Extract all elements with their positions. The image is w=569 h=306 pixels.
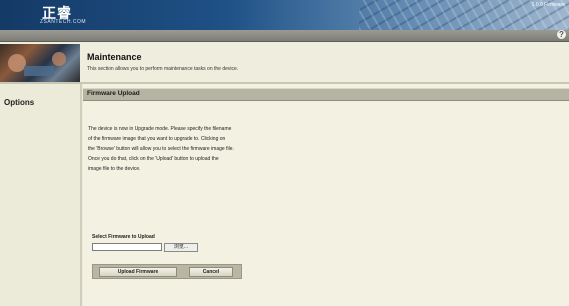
top-banner: 正睿 ZSANTECH.COM 1.0.0 Firmware [0,0,569,30]
main-content: Firmware Upload The device is now in Upg… [83,84,569,306]
instruction-line: The device is now in Upgrade mode. Pleas… [88,126,232,132]
instruction-line: the 'Browse' button will allow you to se… [88,146,234,152]
instruction-line: Once you do that, click on the 'Upload' … [88,156,219,162]
brand-logo-subtext: ZSANTECH.COM [40,19,86,25]
instruction-line: image file to the device. [88,166,141,172]
page-header: Maintenance This section allows you to p… [0,42,569,84]
page-title: Maintenance [87,52,142,62]
sidebar: Options [0,84,82,306]
firmware-version: 1.0.0 Firmware [531,2,565,8]
action-bar: Upload Firmware Cancel [92,264,242,279]
page-subtitle: This section allows you to perform maint… [87,66,239,72]
firmware-file-input[interactable] [92,243,162,251]
browse-button[interactable]: 浏览... [164,243,198,252]
instruction-line: of the firmware image that you want to u… [88,136,226,142]
sidebar-options-label: Options [4,98,35,107]
upload-firmware-button[interactable]: Upload Firmware [99,267,177,277]
toolbar-strip: ? [0,30,569,42]
section-header: Firmware Upload [83,88,569,101]
cancel-button[interactable]: Cancel [189,267,233,277]
header-photo [0,44,80,82]
select-firmware-label: Select Firmware to Upload [92,234,155,240]
upgrade-instructions: The device is now in Upgrade mode. Pleas… [88,124,288,174]
help-icon[interactable]: ? [557,30,566,39]
section-title: Firmware Upload [87,90,140,97]
